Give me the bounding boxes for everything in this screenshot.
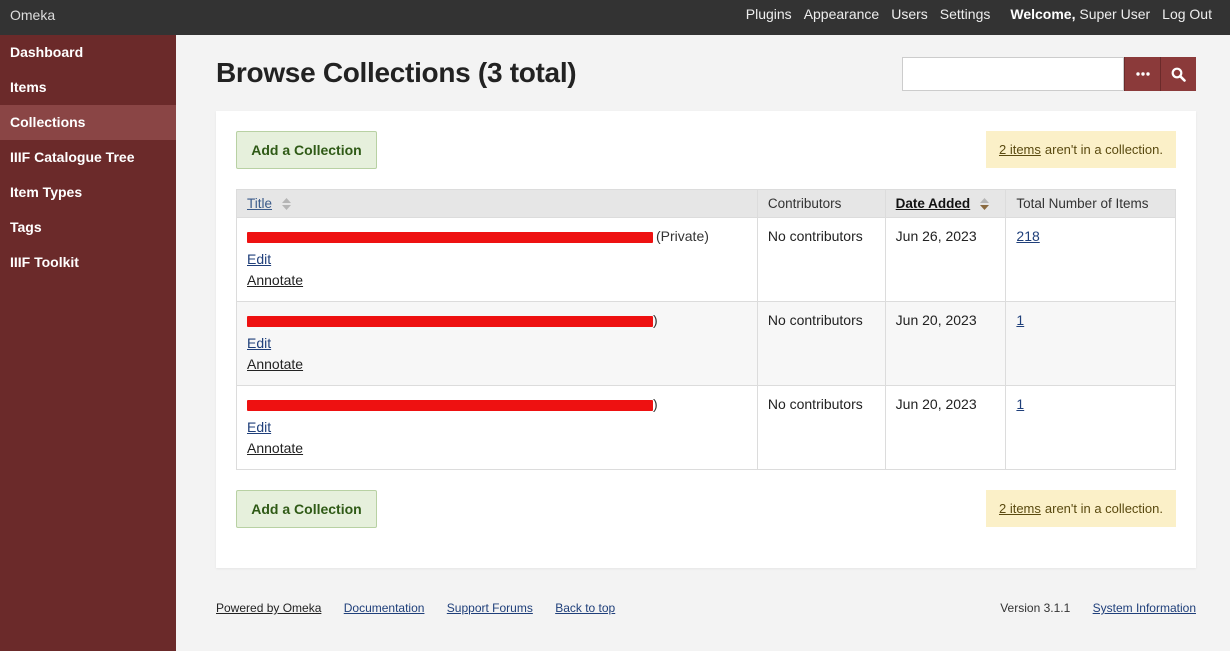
sidebar-item-collections[interactable]: Collections	[0, 105, 176, 140]
collections-table: Title Contributors Date Added Total Numb…	[236, 189, 1176, 470]
item-count-link[interactable]: 1	[1016, 312, 1024, 328]
sidebar-item-tags[interactable]: Tags	[0, 210, 176, 245]
top-bar: Omeka Plugins Appearance Users Settings …	[0, 0, 1230, 35]
annotate-link[interactable]: Annotate	[247, 270, 747, 291]
system-information-link[interactable]: System Information	[1093, 601, 1196, 615]
sidebar-item-items[interactable]: Items	[0, 70, 176, 105]
search-options-button[interactable]	[1124, 57, 1160, 91]
column-header-date-added: Date Added	[884, 189, 1007, 218]
title-suffix: )	[653, 312, 658, 328]
sidebar-item-iiif-catalogue-tree[interactable]: IIIF Catalogue Tree	[0, 140, 176, 175]
items-notice-top: 2 items aren't in a collection.	[985, 131, 1176, 168]
search-input[interactable]	[902, 57, 1124, 91]
collection-title-line: )	[247, 396, 747, 417]
sort-by-title-link[interactable]: Title	[247, 196, 272, 211]
page-title: Browse Collections (3 total)	[216, 57, 577, 88]
annotate-link[interactable]: Annotate	[247, 438, 747, 459]
back-to-top-link[interactable]: Back to top	[555, 601, 615, 615]
item-count-link[interactable]: 1	[1016, 396, 1024, 412]
welcome-message: Welcome, Super User	[1010, 6, 1150, 22]
sidebar-item-item-types[interactable]: Item Types	[0, 175, 176, 210]
contributors-cell: No contributors	[756, 217, 886, 302]
contributors-cell: No contributors	[756, 301, 886, 386]
edit-link[interactable]: Edit	[247, 333, 747, 354]
title-cell: ) Edit Annotate	[236, 385, 758, 470]
sidebar-item-iiif-toolkit[interactable]: IIIF Toolkit	[0, 245, 176, 280]
total-items-cell: 1	[1005, 301, 1176, 386]
date-added-cell: Jun 20, 2023	[884, 385, 1007, 470]
collection-title-line: )	[247, 312, 747, 333]
sort-by-date-link[interactable]: Date Added	[896, 196, 971, 211]
items-not-in-collection-link[interactable]: 2 items	[999, 142, 1041, 157]
redacted-title[interactable]	[247, 232, 653, 243]
footer: Powered by Omeka Documentation Support F…	[216, 601, 1196, 615]
add-collection-button-top[interactable]: Add a Collection	[236, 131, 377, 169]
private-status: (Private)	[656, 228, 709, 244]
powered-by-omeka-link[interactable]: Powered by Omeka	[216, 601, 321, 615]
search-form	[902, 57, 1196, 91]
notice-text: aren't in a collection.	[1044, 501, 1163, 516]
edit-link[interactable]: Edit	[247, 249, 747, 270]
date-added-cell: Jun 26, 2023	[884, 217, 1007, 302]
item-count-link[interactable]: 218	[1016, 228, 1039, 244]
table-row: (Private) Edit Annotate No contributors …	[236, 217, 1176, 302]
footer-right: Version 3.1.1 System Information	[1000, 601, 1196, 615]
nav-appearance[interactable]: Appearance	[804, 6, 880, 22]
top-nav: Plugins Appearance Users Settings Welcom…	[734, 6, 1212, 22]
title-cell: (Private) Edit Annotate	[236, 217, 758, 302]
welcome-label: Welcome,	[1010, 6, 1076, 22]
title-cell: ) Edit Annotate	[236, 301, 758, 386]
support-forums-link[interactable]: Support Forums	[447, 601, 533, 615]
table-row: ) Edit Annotate No contributors Jun 20, …	[236, 385, 1176, 470]
site-title[interactable]: Omeka	[10, 7, 55, 23]
total-items-cell: 218	[1005, 217, 1176, 302]
search-submit-button[interactable]	[1160, 57, 1196, 91]
redacted-title[interactable]	[247, 316, 653, 327]
redacted-title[interactable]	[247, 400, 653, 411]
sort-icon[interactable]	[979, 198, 989, 211]
title-suffix: )	[653, 396, 658, 412]
column-header-contributors: Contributors	[756, 189, 886, 218]
edit-link[interactable]: Edit	[247, 417, 747, 438]
sort-icon[interactable]	[281, 198, 291, 211]
annotate-link[interactable]: Annotate	[247, 354, 747, 375]
ellipsis-icon	[1135, 72, 1150, 76]
table-row: ) Edit Annotate No contributors Jun 20, …	[236, 301, 1176, 386]
items-notice-bottom: 2 items aren't in a collection.	[985, 490, 1176, 527]
version-text: Version 3.1.1	[1000, 601, 1071, 615]
sidebar-item-dashboard[interactable]: Dashboard	[0, 35, 176, 70]
collection-title-line: (Private)	[247, 228, 747, 249]
table-header-row: Title Contributors Date Added Total Numb…	[236, 189, 1176, 218]
items-not-in-collection-link[interactable]: 2 items	[999, 501, 1041, 516]
nav-users[interactable]: Users	[891, 6, 928, 22]
column-header-title: Title	[236, 189, 758, 218]
main-panel: Add a Collection 2 items aren't in a col…	[216, 111, 1196, 568]
search-icon	[1171, 67, 1186, 82]
total-items-cell: 1	[1005, 385, 1176, 470]
documentation-link[interactable]: Documentation	[344, 601, 425, 615]
nav-settings[interactable]: Settings	[940, 6, 991, 22]
sidebar: Dashboard Items Collections IIIF Catalog…	[0, 35, 176, 651]
user-name[interactable]: Super User	[1079, 6, 1150, 22]
date-added-cell: Jun 20, 2023	[884, 301, 1007, 386]
column-header-total-items: Total Number of Items	[1005, 189, 1176, 218]
nav-plugins[interactable]: Plugins	[746, 6, 792, 22]
logout-link[interactable]: Log Out	[1162, 6, 1212, 22]
contributors-cell: No contributors	[756, 385, 886, 470]
notice-text: aren't in a collection.	[1044, 142, 1163, 157]
add-collection-button-bottom[interactable]: Add a Collection	[236, 490, 377, 528]
